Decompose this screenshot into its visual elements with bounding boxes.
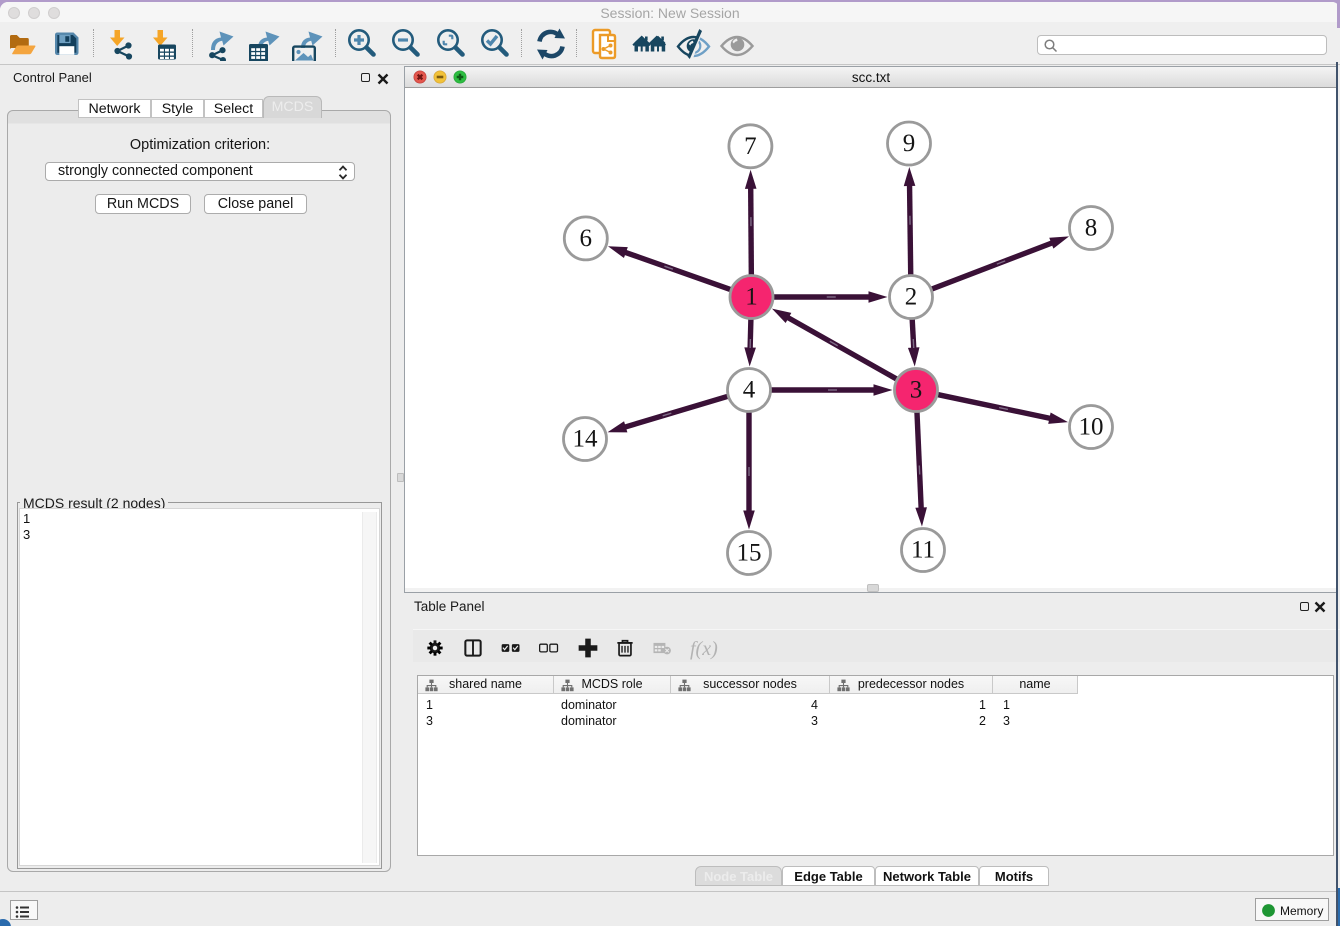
svg-text:7: 7 bbox=[744, 133, 757, 160]
svg-text:11: 11 bbox=[911, 537, 935, 564]
svg-text:10: 10 bbox=[1079, 414, 1104, 441]
svg-text:9: 9 bbox=[903, 130, 916, 157]
svg-text:4: 4 bbox=[743, 377, 756, 404]
svg-text:8: 8 bbox=[1085, 215, 1098, 242]
svg-text:15: 15 bbox=[737, 540, 762, 567]
svg-text:f(x): f(x) bbox=[690, 638, 718, 660]
svg-text:6: 6 bbox=[580, 225, 593, 252]
svg-text:2: 2 bbox=[905, 284, 918, 311]
svg-text:1: 1 bbox=[745, 284, 758, 311]
svg-text:14: 14 bbox=[573, 426, 599, 453]
svg-text:3: 3 bbox=[910, 377, 923, 404]
svg-text:Memory: Memory bbox=[1280, 904, 1323, 918]
